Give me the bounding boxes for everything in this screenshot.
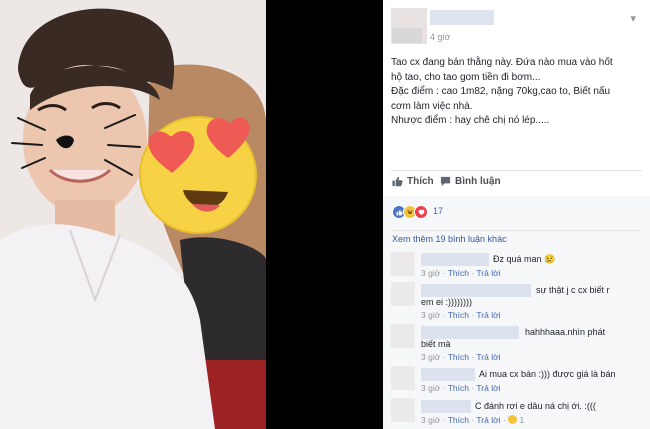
comment-meta: 3 giờ · Thích · Trả lời bbox=[421, 352, 501, 362]
comment-meta: 3 giờ · Thích · Trả lời bbox=[421, 310, 501, 320]
comment-reply-link[interactable]: Trả lời bbox=[476, 352, 500, 362]
reaction-count[interactable]: 17 bbox=[433, 206, 443, 216]
comment-label: Bình luận bbox=[455, 176, 501, 187]
reactions-bar[interactable]: 17 bbox=[383, 196, 650, 230]
post-time[interactable]: 4 giờ bbox=[430, 32, 450, 42]
chevron-down-icon[interactable]: ▾ bbox=[630, 12, 636, 25]
commenter-avatar[interactable] bbox=[391, 282, 415, 306]
commenter-avatar[interactable] bbox=[391, 366, 415, 390]
post-line: Nhược điểm : hay chê chị nó lép..... bbox=[391, 115, 550, 126]
comment-button[interactable]: Bình luận bbox=[440, 176, 501, 187]
comment-like-link[interactable]: Thích bbox=[448, 383, 469, 393]
post-line: cơm làm việc nhà. bbox=[391, 100, 473, 112]
comment-text-continued: biết mà bbox=[421, 339, 451, 349]
comment-like-link[interactable]: Thích bbox=[448, 415, 469, 425]
comment-reply-link[interactable]: Trả lời bbox=[476, 268, 500, 278]
comment-time[interactable]: 3 giờ bbox=[421, 268, 440, 278]
comment-icon bbox=[440, 176, 451, 187]
divider bbox=[391, 230, 642, 231]
comment-text-continued: em ei :)))))))) bbox=[421, 297, 472, 307]
comment-text: hahhhaaa.nhìn phát bbox=[525, 327, 606, 337]
like-label: Thích bbox=[407, 176, 434, 187]
comment-text: sự thật j c cx biết r bbox=[536, 285, 610, 295]
audience-icon bbox=[392, 28, 422, 43]
post-actions: Thích Bình luận bbox=[383, 176, 650, 192]
comment-text: C đánh rơi e dâu ná chị ới. :((( bbox=[475, 401, 596, 411]
post-line: Tao cx đang bán thằng này. Đứa nào mua v… bbox=[391, 57, 613, 68]
post-panel: 4 giờ ▾ Tao cx đang bán thằng này. Đứa n… bbox=[383, 0, 650, 429]
author-name-blurred[interactable] bbox=[430, 10, 494, 25]
comment-meta: 3 giờ · Thích · Trả lời bbox=[421, 268, 501, 278]
post-text: Tao cx đang bán thằng này. Đứa nào mua v… bbox=[391, 56, 641, 129]
commenter-name-blurred[interactable] bbox=[421, 284, 531, 297]
haha-reaction-icon bbox=[508, 415, 518, 424]
post-header: 4 giờ ▾ bbox=[383, 0, 650, 52]
emoji-sticker bbox=[139, 116, 257, 234]
commenter-name-blurred[interactable] bbox=[421, 400, 471, 413]
comment-like-link[interactable]: Thích bbox=[448, 268, 469, 278]
post-line: hộ tao, cho tao gom tiền đi bơm... bbox=[391, 71, 541, 83]
comment-time[interactable]: 3 giờ bbox=[421, 310, 440, 320]
comment-reply-link[interactable]: Trả lời bbox=[476, 415, 500, 425]
comment-reply-link[interactable]: Trả lời bbox=[476, 310, 500, 320]
comment-time[interactable]: 3 giờ bbox=[421, 415, 440, 425]
love-reaction-icon bbox=[414, 205, 428, 219]
comment-meta: 3 giờ · Thích · Trả lời bbox=[421, 383, 501, 393]
commenter-name-blurred[interactable] bbox=[421, 326, 519, 339]
comment-text: Đz quá man 😢 bbox=[493, 254, 556, 264]
comment-reply-link[interactable]: Trả lời bbox=[476, 383, 500, 393]
commenter-avatar[interactable] bbox=[391, 398, 415, 422]
commenter-avatar[interactable] bbox=[391, 252, 415, 276]
comment-reaction-count[interactable]: 1 bbox=[520, 415, 525, 425]
comment-text: Ai mua cx bán :))) được giá là bán bbox=[479, 369, 616, 379]
commenter-name-blurred[interactable] bbox=[421, 368, 475, 381]
photo-illustration bbox=[0, 0, 266, 429]
reaction-icons bbox=[392, 205, 428, 219]
commenter-avatar[interactable] bbox=[391, 324, 415, 348]
comment-time[interactable]: 3 giờ bbox=[421, 352, 440, 362]
commenter-name-blurred[interactable] bbox=[421, 253, 489, 266]
post-photo[interactable] bbox=[0, 0, 266, 429]
thumbs-up-icon bbox=[392, 176, 403, 187]
comment-like-link[interactable]: Thích bbox=[448, 310, 469, 320]
divider bbox=[391, 170, 642, 171]
view-more-comments-link[interactable]: Xem thêm 19 bình luận khác bbox=[392, 234, 507, 244]
post-line: Đặc điểm : cao 1m82, nặng 70kg,cao to, B… bbox=[391, 86, 611, 97]
comment-like-link[interactable]: Thích bbox=[448, 352, 469, 362]
comment-time[interactable]: 3 giờ bbox=[421, 383, 440, 393]
comments-section: Xem thêm 19 bình luận khác Đz quá man 😢 … bbox=[383, 230, 650, 429]
comment-meta: 3 giờ · Thích · Trả lời · 1 bbox=[421, 415, 525, 425]
like-button[interactable]: Thích bbox=[392, 176, 434, 187]
